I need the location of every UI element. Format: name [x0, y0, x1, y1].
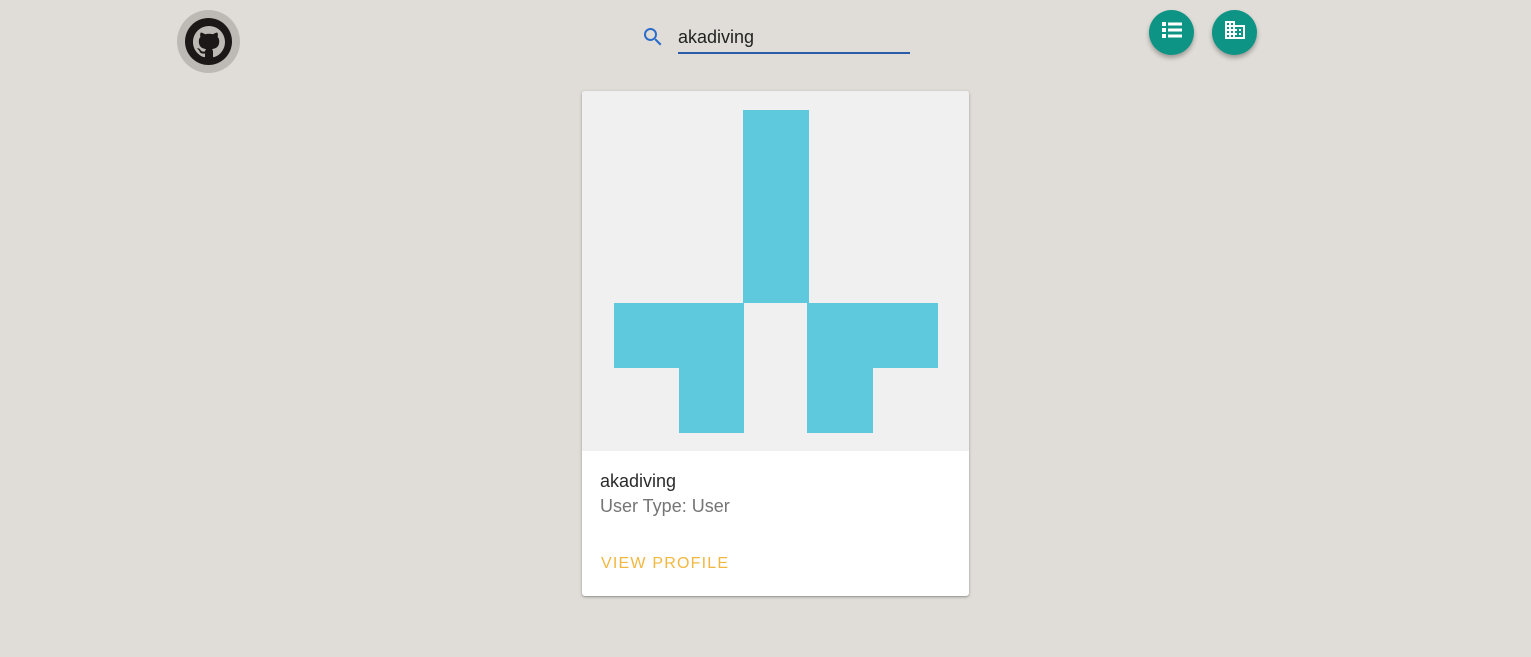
- identicon-block: [807, 303, 938, 368]
- user-card: akadiving User Type: User VIEW PROFILE: [582, 91, 969, 596]
- github-logo[interactable]: [177, 10, 240, 73]
- identicon-block: [614, 303, 744, 368]
- identicon-block: [807, 368, 873, 433]
- identicon-block: [679, 368, 744, 433]
- user-type: User Type: User: [600, 496, 730, 516]
- list-icon: [1160, 18, 1184, 47]
- user-avatar: [582, 91, 969, 451]
- organizations-button[interactable]: [1212, 10, 1257, 55]
- identicon-block: [743, 110, 809, 303]
- search-input[interactable]: [678, 22, 910, 54]
- user-name: akadiving: [600, 471, 677, 491]
- list-view-button[interactable]: [1149, 10, 1194, 55]
- search-icon: [641, 25, 665, 49]
- view-profile-button[interactable]: VIEW PROFILE: [592, 549, 738, 579]
- building-icon: [1223, 18, 1247, 47]
- github-icon: [185, 18, 232, 65]
